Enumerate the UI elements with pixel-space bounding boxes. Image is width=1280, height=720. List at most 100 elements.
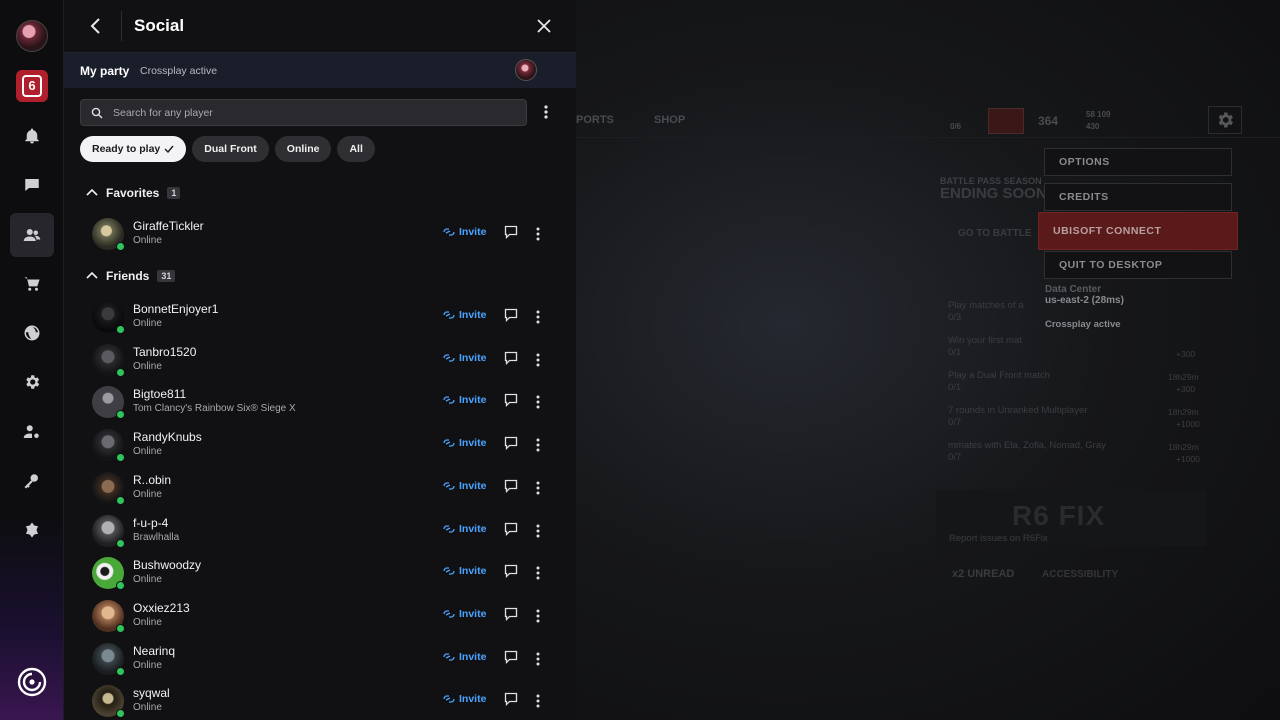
friend-name[interactable]: Oxxiez213 — [133, 601, 190, 615]
friend-row[interactable]: Bushwoodzy Online Invite — [80, 553, 550, 595]
message-button[interactable] — [504, 436, 520, 452]
friend-name[interactable]: f-u-p-4 — [133, 516, 168, 530]
message-button[interactable] — [504, 607, 520, 623]
ubisoft-connect-button[interactable]: UBISOFT CONNECT — [1038, 212, 1238, 250]
rainbow-six-game-icon[interactable]: 6 — [16, 70, 48, 102]
message-button[interactable] — [504, 393, 520, 409]
friend-name[interactable]: RandyKnubs — [133, 430, 202, 444]
filter-dual-front[interactable]: Dual Front — [192, 136, 269, 162]
nav-ports[interactable]: PORTS — [576, 114, 614, 126]
quit-to-desktop-button[interactable]: QUIT TO DESKTOP — [1044, 251, 1232, 279]
search-input[interactable] — [113, 100, 513, 125]
friend-options-button[interactable] — [531, 649, 545, 669]
filter-ready-to-play[interactable]: Ready to play — [80, 136, 187, 162]
message-button[interactable] — [504, 564, 520, 580]
friend-name[interactable]: GiraffeTickler — [133, 219, 204, 233]
accessibility-button[interactable]: ACCESSIBILITY — [1042, 569, 1118, 580]
online-status-dot — [116, 367, 125, 377]
invite-button[interactable]: Invite — [443, 480, 486, 492]
friend-name[interactable]: BonnetEnjoyer1 — [133, 302, 218, 316]
message-button[interactable] — [504, 692, 520, 708]
message-button[interactable] — [504, 479, 520, 495]
party-bar[interactable]: My party Crossplay active — [64, 53, 576, 88]
filter-all[interactable]: All — [337, 136, 375, 162]
party-member-avatar[interactable] — [515, 59, 537, 81]
friend-options-button[interactable] — [531, 392, 545, 412]
friend-options-button[interactable] — [531, 478, 545, 498]
message-button[interactable] — [504, 351, 520, 367]
more-options-button[interactable] — [538, 102, 554, 122]
friend-row[interactable]: f-u-p-4 Brawlhalla Invite — [80, 511, 550, 553]
friend-name[interactable]: R..obin — [133, 473, 171, 487]
online-status-dot — [116, 538, 125, 548]
friend-row[interactable]: Tanbro1520 Online Invite — [80, 340, 550, 382]
ubisoft-logo-icon[interactable] — [17, 667, 47, 697]
friend-options-button[interactable] — [531, 224, 545, 244]
friend-options-button[interactable] — [531, 350, 545, 370]
back-button[interactable] — [84, 14, 108, 38]
favorites-section-header[interactable]: Favorites 1 — [86, 186, 181, 200]
invite-button[interactable]: Invite — [443, 693, 486, 705]
friend-row[interactable]: Oxxiez213 Online Invite — [80, 596, 550, 638]
message-button[interactable] — [504, 225, 520, 241]
friend-name[interactable]: Nearinq — [133, 644, 175, 658]
invite-button[interactable]: Invite — [443, 565, 486, 577]
credits-button[interactable]: CREDITS — [1044, 183, 1232, 211]
friend-options-button[interactable] — [531, 606, 545, 626]
invite-button[interactable]: Invite — [443, 608, 486, 620]
friend-row[interactable]: Bigtoe811 Tom Clancy's Rainbow Six® Sieg… — [80, 382, 550, 424]
invite-button[interactable]: Invite — [443, 309, 486, 321]
invite-button[interactable]: Invite — [443, 651, 486, 663]
filter-online[interactable]: Online — [274, 136, 332, 162]
friend-status: Tom Clancy's Rainbow Six® Siege X — [133, 403, 296, 415]
friends-button[interactable] — [10, 213, 54, 257]
chat-bubble-icon — [504, 650, 518, 664]
chat-button[interactable] — [10, 163, 54, 207]
friend-name[interactable]: Bushwoodzy — [133, 558, 201, 572]
search-tool-button[interactable] — [10, 459, 54, 503]
friend-row[interactable]: BonnetEnjoyer1 Online Invite — [80, 297, 550, 339]
unread-notifications[interactable]: x2 UNREAD — [952, 568, 1014, 580]
friend-name[interactable]: Bigtoe811 — [133, 387, 186, 401]
friend-row[interactable]: RandyKnubs Online Invite — [80, 425, 550, 467]
friend-status: Online — [133, 616, 162, 628]
friend-options-button[interactable] — [531, 563, 545, 583]
invite-button[interactable]: Invite — [443, 352, 486, 364]
friends-section-header[interactable]: Friends 31 — [86, 269, 176, 283]
friend-options-button[interactable] — [531, 521, 545, 541]
nav-shop[interactable]: SHOP — [654, 114, 685, 126]
explore-button[interactable] — [10, 311, 54, 355]
friend-options-button[interactable] — [531, 435, 545, 455]
message-button[interactable] — [504, 308, 520, 324]
invite-icon — [443, 567, 455, 575]
friend-name[interactable]: Tanbro1520 — [133, 345, 196, 359]
store-button[interactable] — [10, 262, 54, 306]
close-button[interactable] — [532, 14, 556, 38]
friend-name[interactable]: syqwal — [133, 686, 170, 700]
search-box[interactable] — [80, 99, 527, 126]
invite-button[interactable]: Invite — [443, 523, 486, 535]
invite-button[interactable]: Invite — [443, 226, 486, 238]
friend-options-button[interactable] — [531, 307, 545, 327]
invite-label: Invite — [459, 226, 487, 238]
online-status-dot — [116, 709, 125, 719]
friend-row[interactable]: R..obin Online Invite — [80, 468, 550, 510]
friend-row[interactable]: GiraffeTickler Online Invite — [80, 214, 550, 256]
invite-button[interactable]: Invite — [443, 437, 486, 449]
options-button[interactable]: OPTIONS — [1044, 148, 1232, 176]
friend-row[interactable]: syqwal Online Invite — [80, 681, 550, 720]
message-button[interactable] — [504, 522, 520, 538]
game-settings-button[interactable] — [1208, 106, 1242, 134]
go-to-battle-pass-button[interactable]: GO TO BATTLE — [958, 228, 1032, 239]
challenge-reward: +1000 — [1176, 419, 1200, 429]
notifications-button[interactable] — [10, 114, 54, 158]
friend-options-button[interactable] — [531, 691, 545, 711]
player-badge[interactable] — [988, 108, 1024, 134]
profile-avatar[interactable] — [16, 20, 48, 52]
settings-button[interactable] — [10, 360, 54, 404]
invite-button[interactable]: Invite — [443, 394, 486, 406]
friend-row[interactable]: Nearinq Online Invite — [80, 639, 550, 681]
message-button[interactable] — [504, 650, 520, 666]
rewards-button[interactable] — [10, 508, 54, 552]
account-settings-button[interactable] — [10, 410, 54, 454]
